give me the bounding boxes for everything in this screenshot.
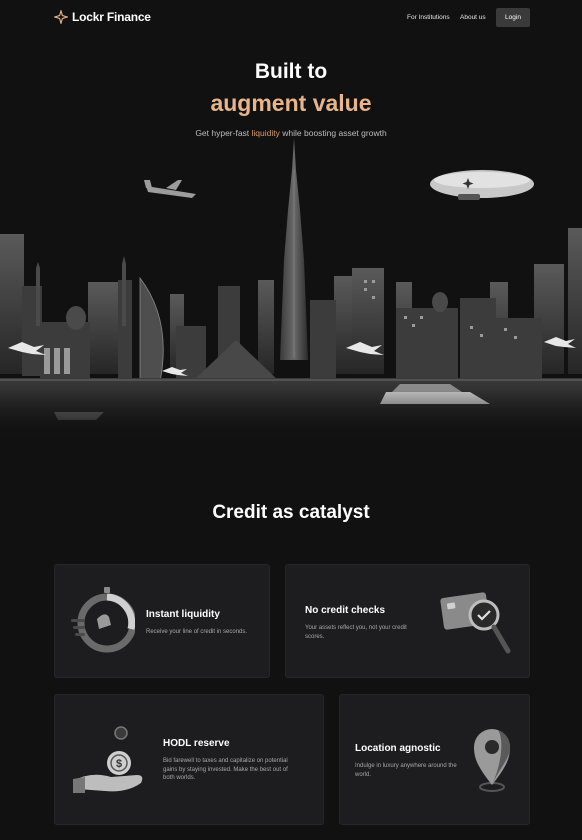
card-title: Location agnostic	[355, 743, 441, 754]
card-description: Receive your line of credit in seconds.	[146, 629, 248, 635]
card-description: Your assets reflect you, not your credit…	[305, 625, 407, 640]
card-description: Bid farewell to taxes and capitalize on …	[163, 758, 288, 781]
section-title: Credit as catalyst	[212, 502, 370, 523]
top-navigation: Lockr Finance For Institutions About us …	[0, 0, 582, 36]
hero-title-line1: Built to	[254, 60, 328, 83]
card-title: No credit checks	[305, 605, 386, 616]
airplane	[144, 180, 196, 198]
nav-link-for-institutions[interactable]: For Institutions	[407, 14, 450, 21]
feature-card-location-agnostic: Location agnostic Indulge in luxury anyw…	[339, 694, 530, 825]
feature-card-no-credit-checks: No credit checks Your assets reflect you…	[285, 564, 530, 678]
nav-link-about-us[interactable]: About us	[460, 14, 486, 21]
brand-logo[interactable]: Lockr Finance	[54, 10, 151, 24]
feature-card-instant-liquidity: Instant liquidity Receive your line of c…	[54, 564, 270, 678]
credit-card-magnifier-icon	[440, 592, 511, 654]
feature-card-hodl-reserve: $ HODL reserve Bid farewell to taxes and…	[54, 694, 324, 825]
login-button[interactable]: Login	[496, 8, 530, 27]
card-title: HODL reserve	[163, 738, 230, 749]
city-skyline-illustration	[0, 138, 582, 440]
brand-name: Lockr Finance	[72, 10, 151, 24]
svg-text:$: $	[116, 758, 122, 770]
card-title: Instant liquidity	[146, 609, 220, 620]
card-description: Indulge in luxury anywhere around the wo…	[355, 763, 457, 778]
sparkle-logo-icon	[54, 10, 68, 24]
map-pin-icon	[474, 729, 511, 792]
hero-title-line2: augment value	[210, 90, 372, 116]
stopwatch-icon	[71, 587, 135, 653]
hand-coin-icon: $	[73, 726, 143, 793]
blimp	[430, 170, 534, 200]
